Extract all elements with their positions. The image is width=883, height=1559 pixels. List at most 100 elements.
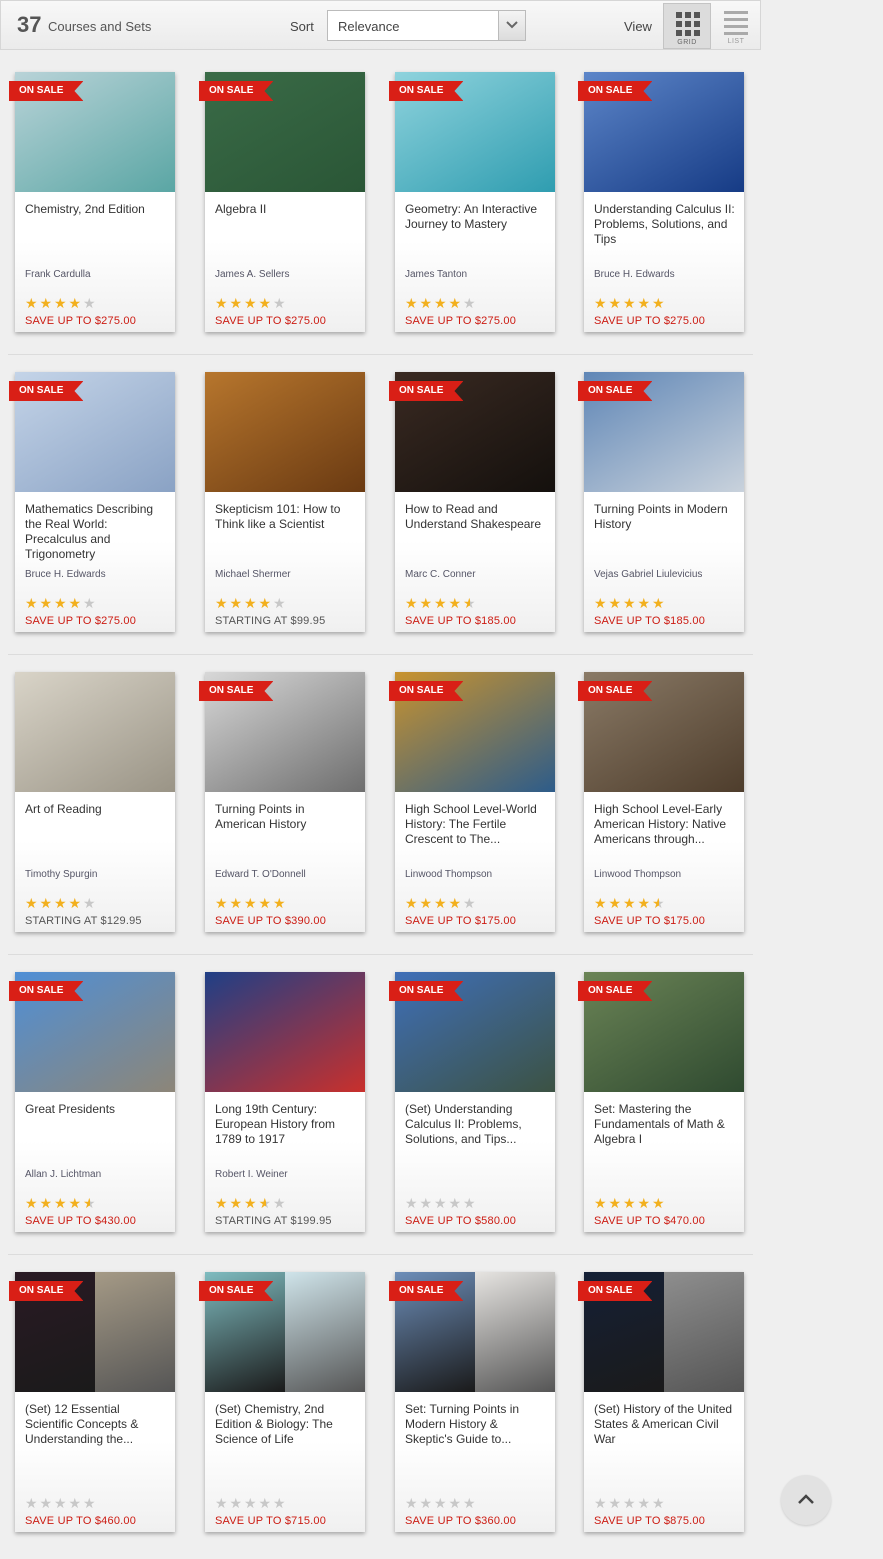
course-image[interactable] [15, 672, 175, 792]
course-card[interactable]: Skepticism 101: How to Think like a Scie… [205, 372, 365, 632]
course-title[interactable]: Great Presidents [25, 1102, 167, 1117]
course-card-body: How to Read and Understand Shakespeare Ma… [395, 492, 555, 632]
chevron-down-icon[interactable] [498, 11, 525, 40]
star-icon: ★ [623, 896, 636, 912]
course-title[interactable]: Long 19th Century: European History from… [215, 1102, 357, 1147]
course-title[interactable]: (Set) 12 Essential Scientific Concepts &… [25, 1402, 167, 1447]
course-title[interactable]: Geometry: An Interactive Journey to Mast… [405, 202, 547, 232]
list-view-button[interactable]: LIST [712, 3, 760, 49]
star-icon: ★ [215, 296, 228, 312]
on-sale-badge: ON SALE [9, 81, 83, 101]
course-professor: James Tanton [405, 269, 468, 280]
star-icon: ★ [68, 896, 82, 912]
star-icon: ★ [623, 596, 636, 612]
star-icon: ★ [83, 596, 96, 612]
grid-view-button[interactable]: GRID [663, 3, 711, 49]
star-icon: ★ [405, 896, 418, 912]
star-icon: ★ [405, 1196, 418, 1212]
course-title[interactable]: Art of Reading [25, 802, 167, 817]
course-price: STARTING AT $199.95 [215, 1215, 332, 1227]
course-image[interactable] [205, 372, 365, 492]
course-card[interactable]: ON SALE How to Read and Understand Shakes… [395, 372, 555, 632]
grid-icon [676, 12, 700, 36]
course-title[interactable]: Skepticism 101: How to Think like a Scie… [215, 502, 357, 532]
course-professor: Frank Cardulla [25, 269, 91, 280]
course-title[interactable]: How to Read and Understand Shakespeare [405, 502, 547, 532]
course-card[interactable]: ON SALE (Set) Understanding Calculus II: … [395, 972, 555, 1232]
course-card[interactable]: ON SALE Algebra II James A. Sellers ★ ★ ★ ★ ★ SA… [205, 72, 365, 332]
course-card[interactable]: Long 19th Century: European History from… [205, 972, 365, 1232]
star-icon: ★ [419, 896, 433, 912]
star-icon: ★ [273, 596, 286, 612]
course-title[interactable]: Algebra II [215, 202, 357, 217]
course-card[interactable]: ON SALE Chemistry, 2nd Edition Frank Cardu… [15, 72, 175, 332]
course-title[interactable]: High School Level-Early American History… [594, 802, 736, 847]
course-card[interactable]: ON SALE (Set) Chemistry, 2nd Edition & Bi… [205, 1272, 365, 1532]
star-icon: ★ [652, 1496, 665, 1512]
course-card-body: (Set) Understanding Calculus II: Problem… [395, 1092, 555, 1232]
star-icon: ★ [594, 1496, 607, 1512]
results-count-label: Courses and Sets [48, 19, 152, 34]
course-card-body: Turning Points in Modern History Vejas Ga… [584, 492, 744, 632]
star-icon: ★ [39, 1196, 53, 1212]
course-title[interactable]: Set: Mastering the Fundamentals of Math … [594, 1102, 736, 1147]
course-title[interactable]: Understanding Calculus II: Problems, Sol… [594, 202, 736, 247]
star-icon: ★ [229, 1196, 243, 1212]
course-title[interactable]: High School Level-World History: The Fer… [405, 802, 547, 847]
course-title[interactable]: Turning Points in American History [215, 802, 357, 832]
course-card[interactable]: ON SALE Turning Points in Modern History V… [584, 372, 744, 632]
course-card[interactable]: ON SALE Mathematics Describing the Real W… [15, 372, 175, 632]
course-professor: Michael Shermer [215, 569, 291, 580]
star-icon: ★ [419, 1496, 433, 1512]
star-icon: ★ [637, 1196, 651, 1212]
on-sale-badge: ON SALE [578, 81, 652, 101]
course-title[interactable]: (Set) Chemistry, 2nd Edition & Biology: … [215, 1402, 357, 1447]
star-icon: ★ [25, 1496, 38, 1512]
course-price: STARTING AT $129.95 [25, 915, 142, 927]
course-card[interactable]: ON SALE Geometry: An Interactive Journey … [395, 72, 555, 332]
course-title[interactable]: (Set) Understanding Calculus II: Problem… [405, 1102, 547, 1147]
course-card[interactable]: ON SALE Set: Turning Points in Modern His… [395, 1272, 555, 1532]
star-icon: ★ [463, 896, 476, 912]
course-title[interactable]: Turning Points in Modern History [594, 502, 736, 532]
sort-dropdown[interactable]: Relevance [327, 10, 526, 41]
star-icon: ★ [258, 1196, 272, 1212]
course-card[interactable]: Art of Reading Timothy Spurgin ★ ★ ★ ★ ★ STARTI… [15, 672, 175, 932]
star-icon: ★ [229, 1496, 243, 1512]
course-card[interactable]: ON SALE Set: Mastering the Fundamentals o… [584, 972, 744, 1232]
star-icon: ★ [419, 1196, 433, 1212]
course-card[interactable]: ON SALE (Set) 12 Essential Scientific Con… [15, 1272, 175, 1532]
course-card[interactable]: ON SALE High School Level-World History: … [395, 672, 555, 932]
course-card[interactable]: ON SALE (Set) History of the United State… [584, 1272, 744, 1532]
course-title[interactable]: Mathematics Describing the Real World: P… [25, 502, 167, 562]
course-price: SAVE UP TO $185.00 [594, 615, 706, 627]
on-sale-badge: ON SALE [199, 1281, 273, 1301]
star-icon: ★ [54, 1496, 67, 1512]
row-divider [8, 354, 753, 355]
course-title[interactable]: Set: Turning Points in Modern History & … [405, 1402, 547, 1447]
star-icon: ★ [229, 596, 243, 612]
course-price: SAVE UP TO $715.00 [215, 1515, 327, 1527]
star-icon: ★ [652, 296, 665, 312]
course-card[interactable]: ON SALE Great Presidents Allan J. Lichtman… [15, 972, 175, 1232]
star-icon: ★ [608, 296, 622, 312]
course-card-body: Mathematics Describing the Real World: P… [15, 492, 175, 632]
course-card-body: Great Presidents Allan J. Lichtman ★ ★ ★ ★ ★ SA… [15, 1092, 175, 1232]
course-card[interactable]: ON SALE High School Level-Early American … [584, 672, 744, 932]
course-card[interactable]: ON SALE Understanding Calculus II: Proble… [584, 72, 744, 332]
course-title[interactable]: (Set) History of the United States & Ame… [594, 1402, 736, 1447]
course-card[interactable]: ON SALE Turning Points in American Histor… [205, 672, 365, 932]
course-image[interactable] [205, 972, 365, 1092]
course-title[interactable]: Chemistry, 2nd Edition [25, 202, 167, 217]
course-price: SAVE UP TO $275.00 [594, 315, 706, 327]
on-sale-badge: ON SALE [9, 1281, 83, 1301]
star-icon: ★ [258, 896, 272, 912]
back-to-top-button[interactable] [781, 1475, 831, 1525]
course-professor: Bruce H. Edwards [25, 569, 106, 580]
course-professor: Robert I. Weiner [215, 1169, 288, 1180]
course-price: SAVE UP TO $580.00 [405, 1215, 517, 1227]
star-icon: ★ [434, 296, 447, 312]
course-card-body: Geometry: An Interactive Journey to Mast… [395, 192, 555, 332]
course-price: SAVE UP TO $390.00 [215, 915, 327, 927]
course-professor: Vejas Gabriel Liulevicius [594, 569, 703, 580]
